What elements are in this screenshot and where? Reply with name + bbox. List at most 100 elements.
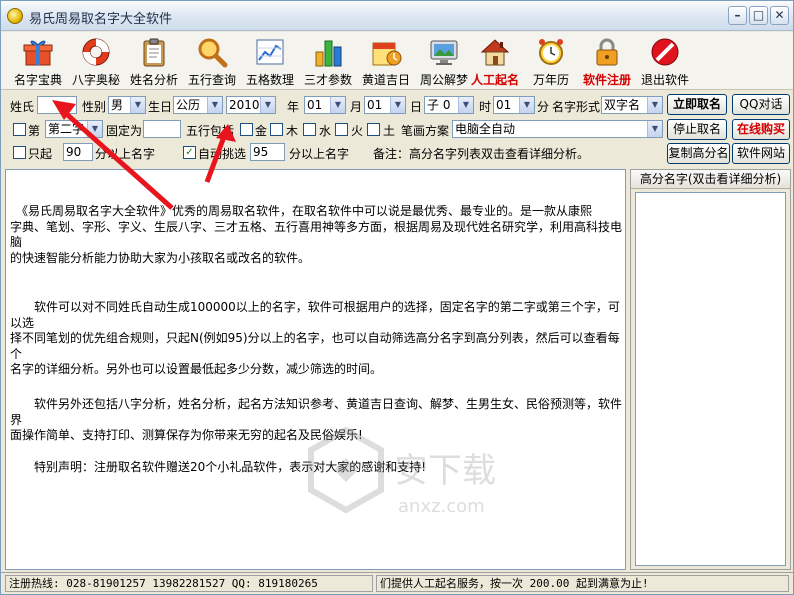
minimize-button[interactable]: – xyxy=(728,6,747,25)
start-naming-button[interactable]: 立即取名 xyxy=(667,94,727,115)
status-bar: 注册热线: 028-81901257 13982281527 QQ: 81918… xyxy=(1,572,793,594)
only-start-checkbox[interactable] xyxy=(13,146,26,159)
chevron-down-icon: ▼ xyxy=(647,97,662,113)
wuxing-earth-checkbox[interactable] xyxy=(367,123,380,136)
wuxing-earth-label: 土 xyxy=(383,124,396,138)
chevron-down-icon: ▼ xyxy=(390,97,405,113)
gender-select[interactable]: 男 ▼ xyxy=(108,96,146,114)
minute-value: 01 xyxy=(496,98,512,112)
name-form-select[interactable]: 双字名 ▼ xyxy=(601,96,663,114)
year-label: 年 xyxy=(287,100,300,114)
auto-pick-checkbox[interactable]: ✓ xyxy=(183,146,196,159)
chevron-down-icon: ▼ xyxy=(87,121,102,137)
padlock-icon xyxy=(596,38,618,66)
monitor-icon xyxy=(430,40,458,65)
toolbar-wuge[interactable]: 五格数理 xyxy=(241,34,299,88)
minute-label: 分 xyxy=(537,100,550,114)
gender-label: 性别 xyxy=(82,100,107,114)
toolbar-name-dictionary[interactable]: 名字宝典 xyxy=(9,34,67,88)
day-value: 01 xyxy=(367,98,383,112)
note-text: 备注：高分名字列表双击查看详细分析。 xyxy=(373,147,590,161)
toolbar-perpetual-calendar[interactable]: 万年历 xyxy=(522,34,580,88)
toolbar-exit[interactable]: 退出软件 xyxy=(636,34,694,88)
toolbar-register[interactable]: 软件注册 xyxy=(578,34,636,88)
software-website-button[interactable]: 软件网站 xyxy=(732,143,790,164)
hour-branch-select[interactable]: 子 0 ▼ xyxy=(424,96,474,114)
toolbar-label: 姓名分析 xyxy=(129,73,178,87)
auto-pick-label: 自动挑选 xyxy=(198,147,247,161)
only-start-suffix: 分以上名字 xyxy=(95,147,156,161)
surname-label: 姓氏 xyxy=(10,100,35,114)
intro-text-area[interactable]: 《易氏周易取名字大全软件》优秀的周易取名软件，在取名软件中可以说是最优秀、最专业… xyxy=(5,169,626,570)
fixed-position-select[interactable]: 第二字 ▼ xyxy=(45,120,103,138)
stop-naming-button[interactable]: 停止取名 xyxy=(667,119,727,140)
toolbar-auspicious-day[interactable]: 黄道吉日 xyxy=(357,34,415,88)
wuxing-water-label: 水 xyxy=(319,124,332,138)
window-title: 易氏周易取名字大全软件 xyxy=(29,12,173,27)
text-line: 软件可以对不同姓氏自动生成100000以上的名字，软件可根据用户的选择，固定名字… xyxy=(10,300,620,330)
high-score-header: 高分名字(双击看详细分析) xyxy=(631,170,790,189)
watermark-text: 安下载 xyxy=(394,451,496,491)
only-start-score-input[interactable]: 90 xyxy=(63,143,93,161)
toolbar-bazi[interactable]: 八字奥秘 xyxy=(67,34,125,88)
wuxing-metal-checkbox[interactable] xyxy=(240,123,253,136)
title-bar[interactable]: 易氏周易取名字大全软件 – □ ✕ xyxy=(1,1,793,31)
text-line: 择不同笔划的优先组合规则，只起N(例如95)分以上的名字，也可以自动筛选高分名字… xyxy=(10,331,620,361)
app-window: 易氏周易取名字大全软件 – □ ✕ 名字宝典 八字奥秘 姓名分析 五行查询 五格… xyxy=(0,0,794,595)
maximize-button[interactable]: □ xyxy=(749,6,768,25)
high-score-panel: 高分名字(双击看详细分析) xyxy=(630,169,791,570)
toolbar-label: 五格数理 xyxy=(245,73,294,87)
toolbar-wuxing-query[interactable]: 五行查询 xyxy=(183,34,241,88)
toolbar-sancai[interactable]: 三才参数 xyxy=(299,34,357,88)
status-hotline: 注册热线: 028-81901257 13982281527 QQ: 81918… xyxy=(5,575,373,592)
bar-chart-icon xyxy=(315,40,342,67)
chevron-down-icon: ▼ xyxy=(647,121,662,137)
line-chart-icon xyxy=(256,39,284,65)
year-select[interactable]: 2010 ▼ xyxy=(226,96,276,114)
auto-pick-suffix: 分以上名字 xyxy=(289,147,350,161)
hour-label: 时 xyxy=(479,100,492,114)
fixed-position-value: 第二字 xyxy=(48,122,85,136)
wuxing-water-checkbox[interactable] xyxy=(303,123,316,136)
buy-online-button[interactable]: 在线购买 xyxy=(732,119,790,140)
name-form-value: 双字名 xyxy=(604,98,641,112)
toolbar-label: 万年历 xyxy=(532,73,569,87)
calendar-type-select[interactable]: 公历 ▼ xyxy=(173,96,223,114)
text-line: 名字的详细分析。另外也可以设置最低起多少分数，减少筛选的时间。 xyxy=(10,362,383,376)
chevron-down-icon: ▼ xyxy=(458,97,473,113)
hour-branch-value: 子 0 xyxy=(427,98,451,112)
toolbar-dream[interactable]: 周公解梦 xyxy=(415,34,473,88)
close-button[interactable]: ✕ xyxy=(770,6,789,25)
fixed-position-checkbox[interactable] xyxy=(13,123,26,136)
text-line: 字典、笔划、字形、字义、生辰八字、三才五格、五行喜用神等多方面，根据周易及现代姓… xyxy=(10,219,623,250)
month-select[interactable]: 01 ▼ xyxy=(304,96,346,114)
stroke-scheme-select[interactable]: 电脑全自动 ▼ xyxy=(452,120,663,138)
birthday-label: 生日 xyxy=(148,100,173,114)
toolbar-name-analysis[interactable]: 姓名分析 xyxy=(125,34,183,88)
toolbar: 名字宝典 八字奥秘 姓名分析 五行查询 五格数理 三才参数 黄道吉日 周公解梦 … xyxy=(1,32,793,90)
watermark-subtext: anxz.com xyxy=(398,496,485,517)
year-value: 2010 xyxy=(229,98,260,112)
minute-select[interactable]: 01 ▼ xyxy=(493,96,535,114)
lifebuoy-icon xyxy=(82,38,110,66)
qq-chat-button[interactable]: QQ对话 xyxy=(732,94,790,115)
chevron-down-icon: ▼ xyxy=(130,97,145,113)
wuxing-fire-checkbox[interactable] xyxy=(335,123,348,136)
fixed-char-input[interactable] xyxy=(143,120,181,138)
toolbar-label: 软件注册 xyxy=(582,73,631,87)
fixed-label: 固定为 xyxy=(106,124,143,138)
naming-form: 姓氏 性别 男 ▼ 生日 公历 ▼ 2010 ▼ 年 01 ▼ 月 01 ▼ 日 子 0 ▼… xyxy=(1,91,793,166)
wuxing-wood-checkbox[interactable] xyxy=(270,123,283,136)
auto-pick-score-input[interactable]: 95 xyxy=(250,143,285,161)
surname-input[interactable] xyxy=(37,96,77,114)
high-score-list[interactable] xyxy=(635,192,786,566)
status-service: 们提供人工起名服务，按一次 200.00 起到满意为止! xyxy=(376,575,789,592)
toolbar-label: 周公解梦 xyxy=(419,73,468,87)
magnifier-icon xyxy=(198,38,228,68)
copy-high-score-button[interactable]: 复制高分名 xyxy=(667,143,730,164)
gift-box-icon xyxy=(23,40,53,66)
toolbar-manual-naming[interactable]: 人工起名 xyxy=(466,34,524,88)
text-line: 的快速智能分析能力协助大家为小孩取名或改名的软件。 xyxy=(10,250,311,265)
toolbar-label: 名字宝典 xyxy=(13,73,62,87)
day-select[interactable]: 01 ▼ xyxy=(364,96,406,114)
